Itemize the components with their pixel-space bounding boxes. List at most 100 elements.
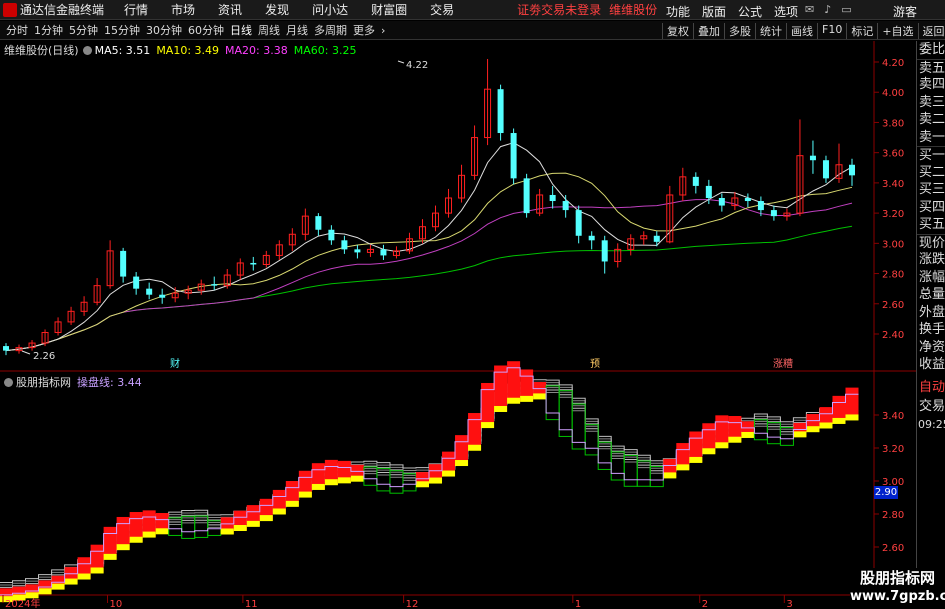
indicator-support-bar (481, 422, 495, 429)
indicator-support-bar (442, 470, 456, 477)
candle-body (692, 176, 699, 186)
ma5-value: MA5: 3.51 (94, 43, 151, 57)
menu-xuanxiang[interactable]: 选项 (774, 3, 798, 20)
menu-shichang[interactable]: 市场 (171, 1, 195, 18)
indicator-support-bar (741, 431, 755, 438)
tool-duogu[interactable]: 多股 (724, 23, 755, 39)
period-more[interactable]: 更多 (353, 22, 375, 38)
tool-huaxian[interactable]: 画线 (786, 23, 817, 39)
candle-body (133, 276, 140, 289)
period-fenshi[interactable]: 分时 (6, 22, 28, 38)
period-60min[interactable]: 60分钟 (188, 22, 224, 38)
price-tick-label: 4.00 (882, 88, 904, 99)
candle-body (809, 155, 816, 161)
period-30min[interactable]: 30分钟 (146, 22, 182, 38)
candle-body (653, 235, 660, 242)
trade-status[interactable]: 证劵交易未登录 (517, 1, 601, 18)
candle-body (549, 194, 556, 202)
side-item: 卖三 (919, 94, 945, 110)
side-item: 现价 (917, 233, 945, 251)
indicator-support-bar (415, 481, 429, 488)
ma60-value: MA60: 3.25 (293, 43, 357, 57)
side-auto[interactable]: 自动 (917, 376, 945, 395)
settings-icon[interactable] (82, 45, 92, 55)
side-item: 卖二 (919, 112, 945, 127)
chevron-right-icon[interactable]: › (381, 24, 385, 37)
tool-fuquan[interactable]: 复权 (662, 23, 693, 39)
tool-diejia[interactable]: 叠加 (693, 23, 724, 39)
guest-login[interactable]: 游客 (893, 3, 917, 20)
candle-body (718, 198, 725, 206)
date-tick-label: 3 (786, 599, 792, 609)
kline-chart-area[interactable]: 4.20 4.00 3.80 3.60 3.40 3.20 3.00 2.80 2.60 2.40… (0, 41, 916, 609)
period-multi[interactable]: 多周期 (314, 22, 347, 38)
period-weekly[interactable]: 周线 (258, 22, 280, 38)
price-tick-label: 2.80 (882, 270, 904, 281)
candle-body (120, 250, 127, 277)
side-item: 卖一 (919, 129, 945, 145)
candle-body (757, 201, 764, 211)
menu-wenxiaoda[interactable]: 问小达 (312, 1, 348, 18)
side-item: 买二 (919, 164, 945, 180)
indicator-tick-label: 3.40 (882, 411, 904, 422)
tool-zixuan[interactable]: +自选 (877, 23, 917, 39)
tool-fanhui[interactable]: 返回 (917, 23, 945, 39)
period-5min[interactable]: 5分钟 (69, 22, 98, 38)
period-1min[interactable]: 1分钟 (34, 22, 63, 38)
low-label: 2.26 (33, 351, 55, 362)
indicator-support-bar (220, 528, 234, 535)
candle-body (380, 249, 387, 256)
mail-icon[interactable]: ✉ (805, 3, 814, 16)
indicator-current-value: 2.90 (874, 486, 898, 499)
watermark-line1: 股朋指标网 (859, 569, 935, 587)
bell-icon[interactable]: ♪ (824, 3, 831, 16)
candle-body (354, 249, 361, 253)
marker-zhangting[interactable]: 涨糟 (773, 357, 793, 370)
indicator-support-bar (25, 592, 39, 599)
app-logo-icon (3, 2, 17, 17)
indicator-tick-label: 3.20 (882, 444, 904, 455)
indicator-support-bar (51, 583, 65, 590)
candle-body (523, 178, 530, 214)
period-monthly[interactable]: 月线 (286, 22, 308, 38)
candle-body (770, 210, 777, 217)
indicator-support-bar (468, 444, 482, 451)
period-15min[interactable]: 15分钟 (104, 22, 140, 38)
indicator-support-bar (350, 475, 364, 482)
menu-gongneng[interactable]: 功能 (666, 3, 690, 20)
menu-hangqing[interactable]: 行情 (124, 1, 148, 18)
high-label: 4.22 (406, 60, 428, 71)
menu-gongshi[interactable]: 公式 (738, 3, 762, 20)
menu-caifuquan[interactable]: 财富圈 (371, 1, 407, 18)
candle-body (822, 160, 829, 179)
indicator-support-bar (676, 464, 690, 471)
stock-title: 维维股份(日线) (4, 44, 79, 57)
minimize-icon[interactable]: ▭ (841, 3, 851, 16)
indicator-support-bar (259, 515, 273, 522)
side-item: 净资 (919, 339, 945, 355)
side-item: 换手 (919, 322, 945, 337)
period-daily[interactable]: 日线 (230, 22, 252, 38)
menu-jiaoyi[interactable]: 交易 (430, 1, 454, 18)
candle-body (211, 284, 218, 286)
menu-zixun[interactable]: 资讯 (218, 1, 242, 18)
candle-body (849, 164, 855, 176)
indicator-support-bar (142, 531, 156, 538)
tool-f10[interactable]: F10 (817, 23, 846, 39)
date-tick-label: 1 (575, 599, 581, 609)
indicator-support-bar (689, 456, 703, 463)
menu-faxian[interactable]: 发现 (265, 1, 289, 18)
marker-yu[interactable]: 预 (590, 358, 600, 370)
marker-cai[interactable]: 财 (170, 357, 180, 370)
tool-tongji[interactable]: 统计 (755, 23, 786, 39)
side-trade[interactable]: 交易 (917, 395, 945, 414)
menu-banmian[interactable]: 版面 (702, 3, 726, 20)
indicator-support-bar (702, 448, 716, 455)
indicator-settings-icon[interactable] (4, 377, 13, 387)
date-tick-label: 10 (110, 599, 123, 609)
tool-biaoji[interactable]: 标记 (846, 23, 877, 39)
price-tick-label: 2.60 (882, 300, 904, 311)
candle-body (497, 89, 504, 134)
app-title: 通达信金融终端 (20, 3, 105, 17)
indicator-tick-label: 2.60 (882, 543, 904, 554)
